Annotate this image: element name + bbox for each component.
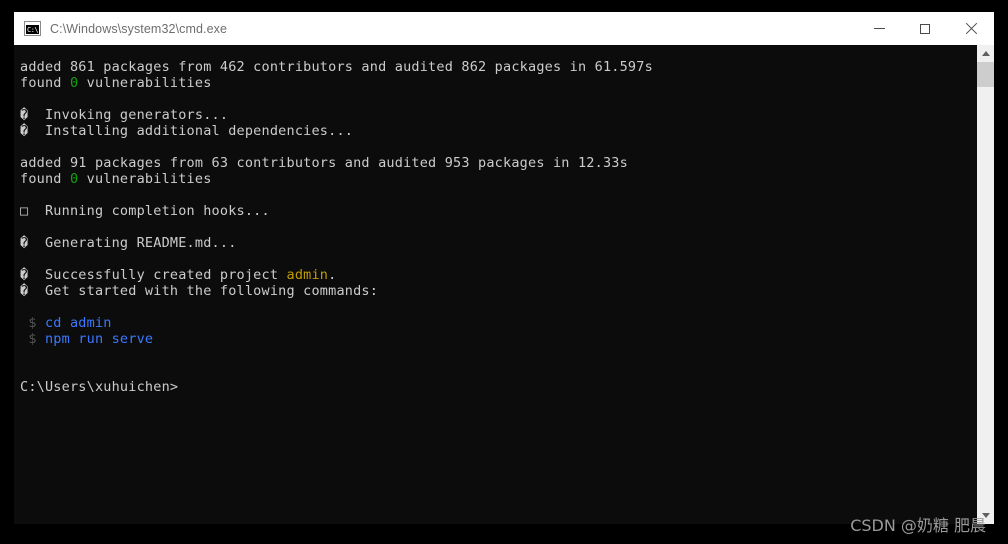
maximize-icon xyxy=(920,23,930,34)
scrollbar-down-arrow-button[interactable] xyxy=(977,507,994,524)
line-blank-1 xyxy=(20,91,976,107)
minimize-icon xyxy=(873,28,885,29)
line-blank-2 xyxy=(20,139,976,155)
scrollbar-track[interactable] xyxy=(977,62,994,507)
line-cmd-cd: $ cd admin xyxy=(20,315,976,331)
close-button[interactable] xyxy=(948,12,994,45)
window-controls xyxy=(856,12,994,45)
line-generating-readme: � Generating README.md... xyxy=(20,235,976,251)
line-blank-5 xyxy=(20,251,976,267)
line-invoking-generators: � Invoking generators... xyxy=(20,107,976,123)
line-completion-hooks: □ Running completion hooks... xyxy=(20,203,976,219)
window-title: C:\Windows\system32\cmd.exe xyxy=(50,21,228,36)
terminal-text-segment: vulnerabilities xyxy=(78,75,212,91)
console-body: added 861 packages from 462 contributors… xyxy=(14,45,994,524)
line-blank-3 xyxy=(20,187,976,203)
line-blank-4 xyxy=(20,219,976,235)
terminal-text-segment: admin xyxy=(286,267,329,283)
close-icon xyxy=(965,23,977,35)
terminal-text-segment: C:\Users\xuhuichen> xyxy=(20,379,179,395)
terminal-text-segment: $ xyxy=(20,315,45,331)
line-npm-added-2: added 91 packages from 63 contributors a… xyxy=(20,155,976,171)
line-blank-7 xyxy=(20,347,976,363)
terminal-text-segment: found xyxy=(20,75,70,91)
line-installing-deps: � Installing additional dependencies... xyxy=(20,123,976,139)
minimize-button[interactable] xyxy=(856,12,902,45)
terminal-text-segment: cd admin xyxy=(44,315,112,331)
cmd-console-icon-label: C:\ xyxy=(27,26,39,34)
terminal-text-segment: � Successfully created project xyxy=(20,267,287,283)
chevron-down-icon xyxy=(981,513,990,518)
terminal-text-segment: added 861 packages from 462 contributors… xyxy=(20,59,653,75)
terminal-text-segment: found xyxy=(20,171,70,187)
terminal-text-segment: � Get started with the following command… xyxy=(20,283,379,299)
console-scrollbar[interactable] xyxy=(976,45,994,524)
line-npm-found-1: found 0 vulnerabilities xyxy=(20,75,976,91)
maximize-button[interactable] xyxy=(902,12,948,45)
line-npm-added-1: added 861 packages from 462 contributors… xyxy=(20,59,976,75)
scrollbar-thumb[interactable] xyxy=(977,62,994,87)
line-cmd-serve: $ npm run serve xyxy=(20,331,976,347)
line-blank-6 xyxy=(20,299,976,315)
terminal-text-segment: � Generating README.md... xyxy=(20,235,237,251)
line-blank-8 xyxy=(20,363,976,379)
line-created-project: � Successfully created project admin. xyxy=(20,267,976,283)
terminal-text-segment: $ xyxy=(20,331,45,347)
cmd-window: C:\ C:\Windows\system32\cmd.exe added 86… xyxy=(14,12,994,524)
title-bar[interactable]: C:\ C:\Windows\system32\cmd.exe xyxy=(14,12,994,45)
terminal-text-segment: . xyxy=(328,267,337,283)
terminal-text-segment: added 91 packages from 63 contributors a… xyxy=(20,155,628,171)
line-prompt: C:\Users\xuhuichen> xyxy=(20,379,976,395)
chevron-up-icon xyxy=(981,51,990,56)
cmd-console-icon: C:\ xyxy=(24,21,41,36)
line-npm-found-2: found 0 vulnerabilities xyxy=(20,171,976,187)
scrollbar-up-arrow-button[interactable] xyxy=(977,45,994,62)
terminal-text-segment: � Installing additional dependencies... xyxy=(20,123,354,139)
terminal-text-segment: □ Running completion hooks... xyxy=(20,203,270,219)
line-get-started: � Get started with the following command… xyxy=(20,283,976,299)
console-output-area[interactable]: added 861 packages from 462 contributors… xyxy=(14,45,976,524)
terminal-text-segment: � Invoking generators... xyxy=(20,107,229,123)
terminal-text-segment: npm run serve xyxy=(44,331,154,347)
terminal-text-segment: vulnerabilities xyxy=(78,171,212,187)
